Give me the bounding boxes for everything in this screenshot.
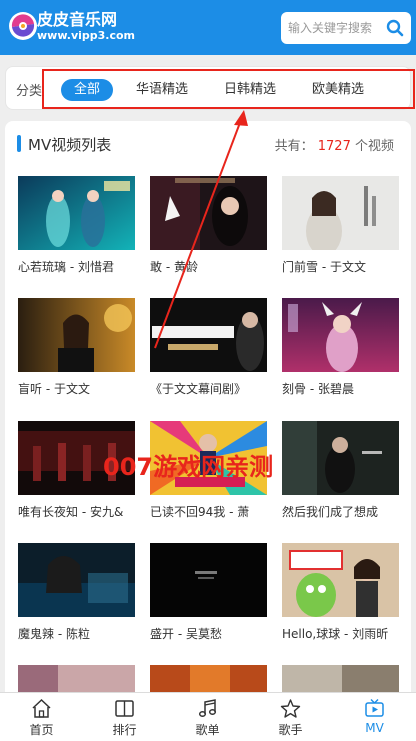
- mv-title[interactable]: 门前雪 - 于文文: [282, 258, 399, 275]
- mv-thumbnail[interactable]: [150, 543, 267, 617]
- mv-title[interactable]: 刻骨 - 张碧晨: [282, 380, 399, 397]
- mv-card[interactable]: 敢 - 黄龄: [150, 176, 267, 275]
- site-name: 皮皮音乐网: [37, 10, 118, 29]
- count-prefix: 共有：: [274, 139, 314, 154]
- mv-thumbnail[interactable]: [282, 421, 399, 495]
- category-highlight-box: 全部 华语精选 日韩精选 欧美精选: [42, 69, 415, 109]
- mv-title[interactable]: Hello,球球 - 刘雨昕: [282, 625, 399, 642]
- logo-icon[interactable]: [7, 10, 39, 42]
- mv-title[interactable]: 心若琉璃 - 刘惜君: [18, 258, 135, 275]
- nav-ranking-label: 排行: [112, 723, 137, 737]
- mv-title[interactable]: 《于文文幕间剧》: [150, 380, 267, 397]
- nav-mv-label: MV: [365, 721, 384, 735]
- mv-title[interactable]: 敢 - 黄龄: [150, 258, 267, 275]
- mv-thumbnail[interactable]: [150, 176, 267, 250]
- mv-card[interactable]: 然后我们成了想成: [282, 421, 399, 520]
- mv-card[interactable]: 《于文文幕间剧》: [150, 298, 267, 397]
- video-count: 共有： 1727 个视频: [275, 135, 394, 154]
- book-icon: [115, 700, 134, 717]
- mv-thumbnail[interactable]: [18, 176, 135, 250]
- music-note-icon: [198, 699, 217, 717]
- category-bar: 分类 全部 华语精选 日韩精选 欧美精选: [5, 66, 415, 110]
- mv-title[interactable]: 唯有长夜知 - 安九&: [18, 503, 135, 520]
- search-icon[interactable]: [386, 19, 404, 37]
- tab-western[interactable]: 欧美精选: [309, 79, 367, 101]
- title-marker: [17, 135, 21, 152]
- tv-play-icon: [365, 699, 384, 717]
- mv-title[interactable]: 然后我们成了想成: [282, 503, 399, 520]
- nav-mv[interactable]: MV: [333, 693, 416, 741]
- mv-card[interactable]: 盛开 - 吴莫愁: [150, 543, 267, 642]
- mv-thumbnail[interactable]: [282, 298, 399, 372]
- search-input[interactable]: [288, 18, 384, 38]
- star-icon: [280, 699, 301, 718]
- bottom-nav: 首页 排行 歌单 歌手 MV: [0, 692, 416, 741]
- mv-thumbnail[interactable]: [282, 543, 399, 617]
- nav-singer-label: 歌手: [278, 723, 303, 737]
- mv-title[interactable]: 魔鬼辣 - 陈粒: [18, 625, 135, 642]
- mv-card[interactable]: 刻骨 - 张碧晨: [282, 298, 399, 397]
- search-box: [281, 12, 411, 44]
- mv-card[interactable]: 心若琉璃 - 刘惜君: [18, 176, 135, 275]
- mv-card[interactable]: Hello,球球 - 刘雨昕: [282, 543, 399, 642]
- mv-card[interactable]: 门前雪 - 于文文: [282, 176, 399, 275]
- mv-card[interactable]: 盲听 - 于文文: [18, 298, 135, 397]
- tab-japan-korea[interactable]: 日韩精选: [221, 79, 279, 101]
- tab-chinese[interactable]: 华语精选: [133, 79, 191, 101]
- list-title: MV视频列表: [28, 136, 112, 154]
- home-icon: [32, 698, 51, 718]
- mv-thumbnail[interactable]: [18, 298, 135, 372]
- brand[interactable]: 皮皮音乐网 www.vipp3.com: [37, 10, 136, 43]
- count-suffix: 个视频: [354, 139, 394, 154]
- app-header: 皮皮音乐网 www.vipp3.com: [0, 0, 416, 55]
- category-label: 分类: [16, 84, 43, 99]
- nav-singer[interactable]: 歌手: [249, 693, 332, 741]
- mv-card[interactable]: 魔鬼辣 - 陈粒: [18, 543, 135, 642]
- mv-thumbnail[interactable]: [18, 543, 135, 617]
- mv-thumbnail[interactable]: [282, 176, 399, 250]
- mv-thumbnail[interactable]: [150, 298, 267, 372]
- nav-playlist-label: 歌单: [195, 723, 220, 737]
- site-url: www.vipp3.com: [37, 29, 136, 42]
- list-header: MV视频列表 共有： 1727 个视频: [5, 121, 411, 165]
- tab-all[interactable]: 全部: [61, 79, 113, 101]
- nav-ranking[interactable]: 排行: [83, 693, 166, 741]
- mv-title[interactable]: 盛开 - 吴莫愁: [150, 625, 267, 642]
- mv-title[interactable]: 已读不回94我 - 萧: [150, 503, 267, 520]
- count-number: 1727: [317, 139, 351, 154]
- nav-playlist[interactable]: 歌单: [166, 693, 249, 741]
- watermark-text: 007游戏网亲测: [103, 453, 274, 481]
- nav-home[interactable]: 首页: [0, 693, 83, 741]
- mv-title[interactable]: 盲听 - 于文文: [18, 380, 135, 397]
- mv-list-panel: MV视频列表 共有： 1727 个视频 心若琉璃 - 刘惜君 敢 - 黄龄 门前…: [5, 121, 411, 701]
- nav-home-label: 首页: [29, 723, 54, 737]
